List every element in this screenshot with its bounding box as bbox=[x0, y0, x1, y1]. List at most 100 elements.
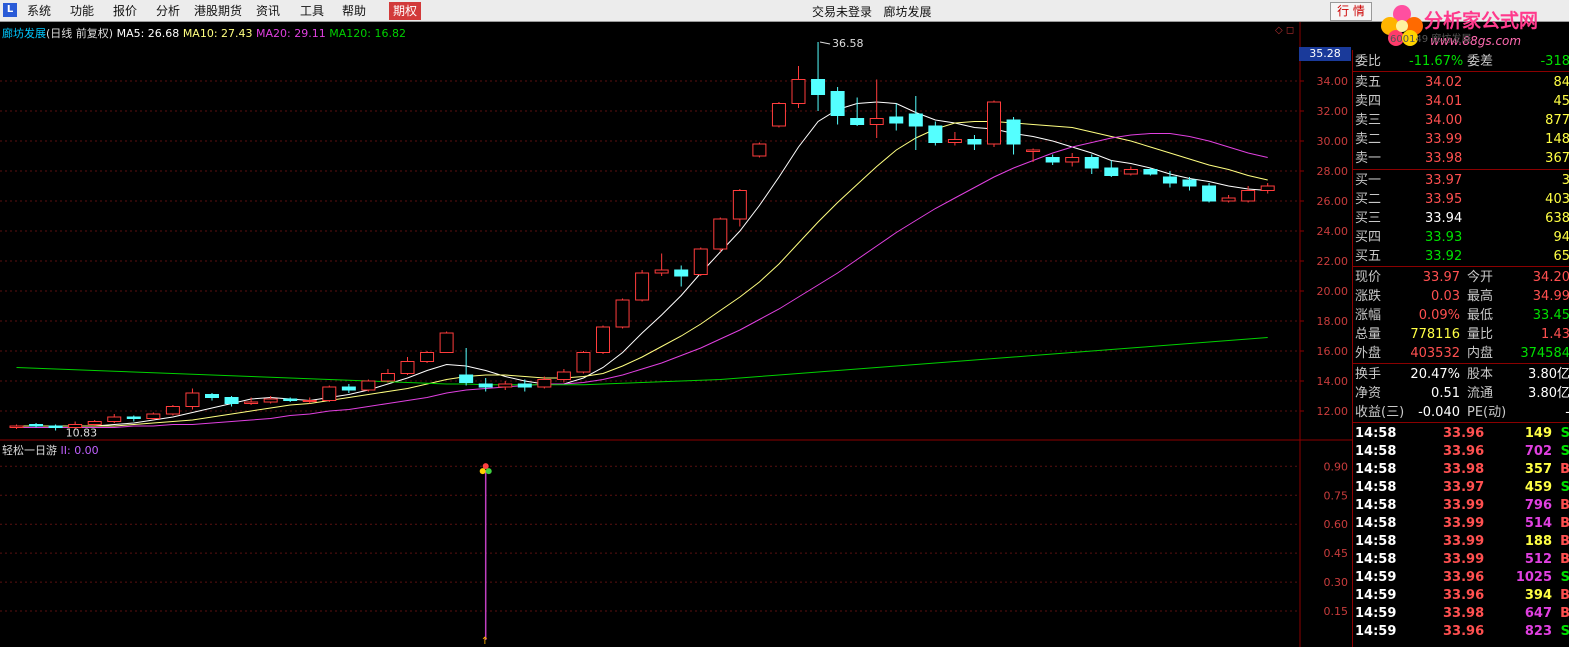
brand-name: 分析家公式网 bbox=[1424, 10, 1539, 32]
stat-label-2: PE(动) bbox=[1467, 405, 1507, 420]
tick-price: 33.99 bbox=[1443, 552, 1485, 567]
tick-time: 14:59 bbox=[1355, 624, 1397, 639]
candle bbox=[850, 97, 865, 126]
indicator-tick-label: 0.45 bbox=[1324, 547, 1349, 560]
stat-value: 33.97 bbox=[1422, 270, 1460, 285]
menu-news[interactable]: 资讯 bbox=[256, 3, 280, 19]
menu-options[interactable]: 期权 bbox=[389, 2, 422, 20]
quote-button[interactable]: 行 情 bbox=[1330, 2, 1372, 21]
tick-volume: 512 bbox=[1524, 552, 1552, 567]
tick-row: 14:58 33.99 514 B bbox=[1353, 514, 1569, 533]
tick-side: S bbox=[1560, 570, 1569, 585]
candle bbox=[752, 142, 767, 158]
stat-label: 净资 bbox=[1355, 386, 1382, 401]
buy-price: 33.97 bbox=[1425, 173, 1463, 188]
tick-side: B bbox=[1560, 516, 1569, 531]
y-tick-label: 16.00 bbox=[1317, 345, 1349, 358]
ma10-label: MA10: 27.43 bbox=[182, 27, 253, 40]
candle bbox=[693, 247, 708, 276]
sell-price: 33.98 bbox=[1425, 151, 1463, 166]
menu-hk-futures[interactable]: 港股期货 bbox=[194, 3, 242, 19]
stat-label-2: 今开 bbox=[1467, 270, 1494, 285]
candle bbox=[908, 96, 923, 150]
brand-watermark: 分析家公式网 www.88gs.com 600149 廊坊发展 bbox=[1372, 0, 1569, 50]
candle bbox=[556, 369, 571, 383]
current-price-tag: 35.28 bbox=[1299, 47, 1351, 61]
menu-help[interactable]: 帮助 bbox=[342, 3, 366, 19]
stat-label: 涨跌 bbox=[1355, 289, 1382, 304]
candle bbox=[361, 379, 376, 392]
tick-row: 14:58 33.96 702 S bbox=[1353, 442, 1569, 461]
buy-level-row: 买三 33.94 638 bbox=[1353, 209, 1569, 228]
y-tick-label: 18.00 bbox=[1317, 315, 1349, 328]
candle bbox=[1104, 160, 1119, 177]
candle bbox=[654, 253, 669, 276]
high-label: 36.58 bbox=[832, 37, 864, 50]
buy-price: 33.92 bbox=[1425, 249, 1463, 264]
indicator-name: 轻松一日游 bbox=[2, 444, 57, 457]
stat-label: 涨幅 bbox=[1355, 308, 1382, 323]
tick-side: S bbox=[1560, 624, 1569, 639]
tick-side: B bbox=[1560, 534, 1569, 549]
kline-chart[interactable]: 34.00 32.00 30.00 28.00 26.00 24.00 22.00 20.00… bbox=[0, 22, 1352, 647]
tick-volume: 647 bbox=[1524, 606, 1552, 621]
stat2-row: 换手 20.47% 股本 3.80亿 bbox=[1353, 365, 1569, 384]
buy-price: 33.93 bbox=[1425, 230, 1463, 245]
candle bbox=[967, 135, 982, 150]
tick-volume: 459 bbox=[1524, 480, 1552, 495]
candle bbox=[1006, 117, 1021, 155]
sell-label: 卖三 bbox=[1355, 113, 1382, 128]
low-label: 10.83 bbox=[66, 427, 98, 440]
stat-value-2: 34.20 bbox=[1532, 270, 1569, 285]
candle bbox=[380, 369, 395, 383]
y-tick-label: 14.00 bbox=[1317, 375, 1349, 388]
stat-value: 778116 bbox=[1410, 327, 1460, 342]
tick-row: 14:58 33.99 796 B bbox=[1353, 496, 1569, 515]
sell-label: 卖四 bbox=[1355, 94, 1382, 109]
menu-quote[interactable]: 报价 bbox=[113, 3, 137, 19]
tick-price: 33.96 bbox=[1443, 588, 1485, 603]
y-tick-label: 28.00 bbox=[1317, 165, 1349, 178]
stat-row: 外盘 403532 内盘 374584 bbox=[1353, 344, 1569, 363]
tick-side: B bbox=[1560, 606, 1569, 621]
chart-area[interactable]: 34.00 32.00 30.00 28.00 26.00 24.00 22.00 20.00… bbox=[0, 22, 1352, 647]
candle bbox=[205, 393, 219, 401]
buy-level-row: 买一 33.97 3 bbox=[1353, 171, 1569, 190]
stat-row: 总量 778116 量比 1.43 bbox=[1353, 325, 1569, 344]
candle bbox=[107, 414, 122, 423]
tick-time: 14:58 bbox=[1355, 462, 1397, 477]
candle bbox=[1026, 148, 1041, 162]
app-logo-icon[interactable]: L bbox=[3, 3, 17, 17]
tick-row: 14:58 33.98 357 B bbox=[1353, 460, 1569, 479]
sell-volume: 877 bbox=[1545, 113, 1569, 128]
candle bbox=[1143, 168, 1158, 176]
stat-label-2: 量比 bbox=[1467, 327, 1494, 342]
chart-toggle-icon[interactable]: ◇ ◻ bbox=[1275, 25, 1294, 36]
weicha-value: -318 bbox=[1540, 54, 1569, 69]
candle bbox=[1123, 166, 1138, 176]
indicator-tick-label: 0.30 bbox=[1324, 576, 1349, 589]
stat-value: -0.040 bbox=[1418, 405, 1460, 420]
sell-label: 卖二 bbox=[1355, 132, 1382, 147]
sell-level-row: 卖五 34.02 84 bbox=[1353, 73, 1569, 92]
candle bbox=[889, 103, 904, 131]
tick-price: 33.98 bbox=[1443, 462, 1485, 477]
menu-analysis[interactable]: 分析 bbox=[156, 3, 180, 19]
buy-level-row: 买五 33.92 65 bbox=[1353, 247, 1569, 266]
stat-value-2: 34.99 bbox=[1532, 289, 1569, 304]
candle bbox=[1162, 171, 1177, 188]
tick-price: 33.99 bbox=[1443, 534, 1485, 549]
buy-label: 买四 bbox=[1355, 230, 1382, 245]
tick-price: 33.96 bbox=[1443, 444, 1485, 459]
stat-value-2: - bbox=[1565, 403, 1569, 422]
candle bbox=[185, 388, 200, 410]
indicator-header: 轻松一日游 II: 0.00 bbox=[2, 442, 99, 458]
candle bbox=[947, 132, 962, 146]
buy-volume: 403 bbox=[1545, 192, 1569, 207]
menu-function[interactable]: 功能 bbox=[70, 3, 94, 19]
menu-system[interactable]: 系统 bbox=[27, 3, 51, 19]
candle bbox=[498, 381, 513, 390]
menu-tools[interactable]: 工具 bbox=[300, 3, 324, 19]
candle bbox=[322, 385, 337, 402]
stat-row: 现价 33.97 今开 34.20 bbox=[1353, 268, 1569, 287]
